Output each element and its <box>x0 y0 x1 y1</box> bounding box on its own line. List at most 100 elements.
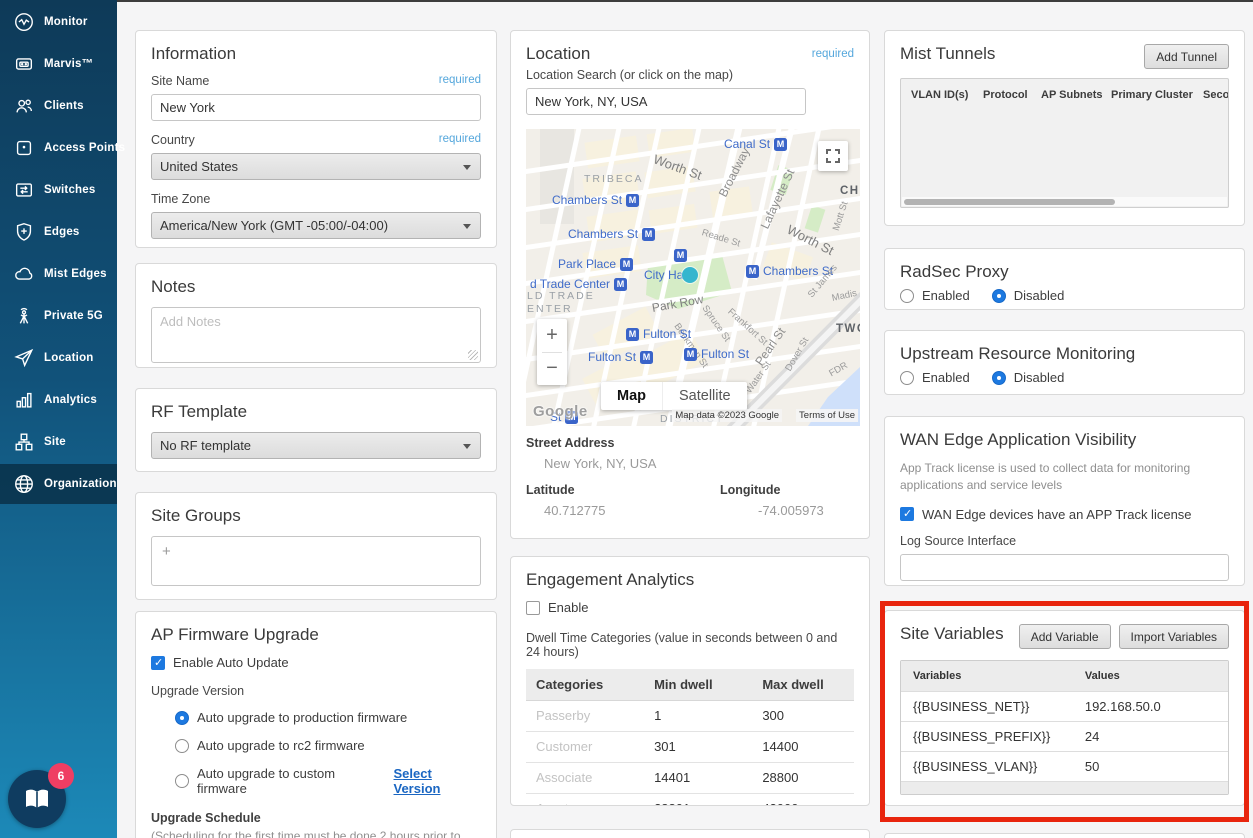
sidebar-item-mist-edges[interactable]: Mist Edges <box>0 254 117 294</box>
add-tunnel-button[interactable]: Add Tunnel <box>1144 44 1229 69</box>
monitor-icon <box>13 11 35 33</box>
add-plus-icon[interactable]: + <box>162 543 171 560</box>
location-search-label: Location Search (or click on the map) <box>526 68 854 82</box>
map[interactable]: Canal St Worth St Broadway Lafayette St … <box>526 129 860 426</box>
sidebar-item-location[interactable]: Location <box>0 338 117 378</box>
import-variables-button[interactable]: Import Variables <box>1119 624 1229 649</box>
category-cell: Asset <box>526 793 644 806</box>
site-variables-table: Variables Values {{BUSINESS_NET}} 192.16… <box>900 660 1229 795</box>
subway-icon <box>620 258 633 271</box>
sidebar-item-monitor[interactable]: Monitor <box>0 2 117 42</box>
table-row: Associate 14401 28800 <box>526 762 854 793</box>
sidebar-item-analytics[interactable]: Analytics <box>0 380 117 420</box>
subway-icon <box>626 194 639 207</box>
sidebar-item-label: Organization <box>44 478 117 490</box>
zoom-out-button[interactable]: − <box>537 352 567 385</box>
location-search-input[interactable] <box>526 88 806 115</box>
min-dwell-cell: 1 <box>644 700 752 731</box>
notes-textarea[interactable]: Add Notes <box>151 307 481 363</box>
zoom-in-button[interactable]: + <box>537 319 567 352</box>
site-groups-title: Site Groups <box>151 506 481 526</box>
site-variables-card: Site Variables Add Variable Import Varia… <box>884 610 1245 806</box>
map-type-map-button[interactable]: Map <box>601 382 662 410</box>
log-source-input[interactable] <box>900 554 1229 581</box>
sidebar-item-organization[interactable]: Organization <box>0 464 117 504</box>
sidebar-item-label: Private 5G <box>44 310 103 322</box>
column-header: Min dwell <box>644 669 752 700</box>
upstream-disabled-label: Disabled <box>1014 370 1065 385</box>
next-card-stub <box>884 833 1245 838</box>
upstream-disabled-radio[interactable] <box>992 371 1006 385</box>
information-title: Information <box>151 44 481 64</box>
sidebar-item-label: Mist Edges <box>44 268 107 280</box>
mist-tunnels-title: Mist Tunnels <box>900 44 995 64</box>
timezone-select[interactable]: America/New York (GMT -05:00/-04:00) <box>151 212 481 239</box>
sidebar-item-edges[interactable]: Edges <box>0 212 117 252</box>
country-select[interactable]: United States <box>151 153 481 180</box>
table-row: Asset 28801 42000 <box>526 793 854 806</box>
map-subway-label: Fulton St <box>588 350 653 364</box>
sidebar-item-label: Site <box>44 436 66 448</box>
enable-auto-update-checkbox[interactable] <box>151 656 165 670</box>
google-logo[interactable]: Google <box>533 403 588 420</box>
app-track-checkbox[interactable] <box>900 507 914 521</box>
map-subway-label: Chambers St <box>568 227 655 241</box>
upstream-enabled-radio[interactable] <box>900 371 914 385</box>
production-firmware-label: Auto upgrade to production firmware <box>197 710 407 725</box>
upstream-monitoring-card: Upstream Resource Monitoring Enabled Dis… <box>884 330 1245 395</box>
sidebar-item-marvis[interactable]: Marvis™ <box>0 44 117 84</box>
site-variables-title: Site Variables <box>900 624 1004 644</box>
category-cell: Associate <box>526 762 644 793</box>
rf-template-select[interactable]: No RF template <box>151 432 481 459</box>
latitude-value: 40.712775 <box>526 503 690 518</box>
organization-icon <box>13 473 35 495</box>
sidebar-item-site[interactable]: Site <box>0 422 117 462</box>
variable-cell: {{BUSINESS_NET}} <box>901 699 1081 714</box>
dwell-time-label: Dwell Time Categories (value in seconds … <box>526 631 854 659</box>
sidebar-item-private-5g[interactable]: Private 5G <box>0 296 117 336</box>
terms-of-use-link[interactable]: Terms of Use <box>796 409 858 422</box>
timezone-value: America/New York (GMT -05:00/-04:00) <box>160 218 388 233</box>
table-header-row: Categories Min dwell Max dwell <box>526 669 854 700</box>
notification-badge: 6 <box>48 763 74 789</box>
street-address-label: Street Address <box>526 436 854 450</box>
radsec-disabled-radio[interactable] <box>992 289 1006 303</box>
scrollbar-thumb[interactable] <box>904 199 1115 205</box>
sidebar: Monitor Marvis™ Clients Access Points Sw… <box>0 0 117 838</box>
radsec-disabled-label: Disabled <box>1014 288 1065 303</box>
table-row: {{BUSINESS_NET}} 192.168.50.0 <box>901 691 1228 721</box>
site-name-input[interactable] <box>151 94 481 121</box>
max-dwell-cell: 42000 <box>752 793 854 806</box>
sidebar-item-clients[interactable]: Clients <box>0 86 117 126</box>
map-area-label: LD TRADE <box>527 290 595 302</box>
select-version-link[interactable]: Select Version <box>394 766 482 796</box>
table-header-row: VLAN ID(s) Protocol AP Subnets Primary C… <box>901 79 1228 101</box>
add-variable-button[interactable]: Add Variable <box>1019 624 1111 649</box>
value-cell: 24 <box>1081 729 1228 744</box>
country-label: Country <box>151 133 195 147</box>
horizontal-scrollbar[interactable] <box>902 197 1227 206</box>
resize-grip-icon[interactable] <box>468 350 478 360</box>
custom-firmware-radio[interactable] <box>175 774 189 788</box>
production-firmware-radio[interactable] <box>175 711 189 725</box>
notes-card: Notes Add Notes <box>135 263 497 368</box>
engagement-enable-checkbox[interactable] <box>526 601 540 615</box>
fullscreen-button[interactable] <box>818 141 848 171</box>
map-type-satellite-button[interactable]: Satellite <box>662 382 747 410</box>
longitude-label: Longitude <box>720 483 854 497</box>
switches-icon <box>13 179 35 201</box>
radsec-enabled-radio[interactable] <box>900 289 914 303</box>
subway-icon <box>774 138 787 151</box>
engagement-title: Engagement Analytics <box>526 570 854 590</box>
sidebar-item-access-points[interactable]: Access Points <box>0 128 117 168</box>
next-card-stub <box>510 829 870 838</box>
upgrade-version-label: Upgrade Version <box>151 684 481 698</box>
sidebar-item-switches[interactable]: Switches <box>0 170 117 210</box>
max-dwell-cell: 300 <box>752 700 854 731</box>
column-header: Max dwell <box>752 669 854 700</box>
map-type-control: Map Satellite <box>601 382 747 410</box>
rc2-firmware-radio[interactable] <box>175 739 189 753</box>
custom-firmware-label: Auto upgrade to custom firmware <box>197 766 386 796</box>
map-subway-label: Fulton St <box>684 347 749 361</box>
site-groups-input[interactable]: + <box>151 536 481 586</box>
